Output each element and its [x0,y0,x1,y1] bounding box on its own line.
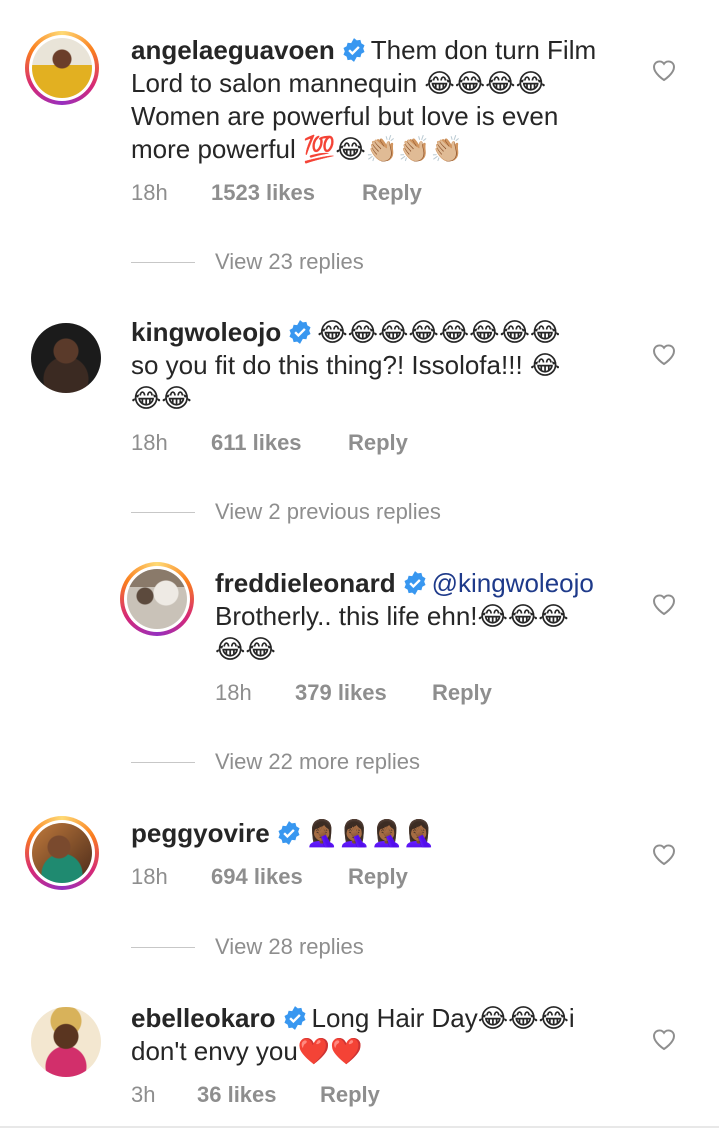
username[interactable]: peggyovire [131,818,270,848]
heart-outline-icon[interactable] [651,342,677,366]
verified-badge-icon [284,1006,306,1030]
comment-body: ebelleokaro Long Hair Day😂😂😂i don't envy … [131,1002,631,1068]
reply-button[interactable]: Reply [432,680,492,706]
comment-text: 😂😂 [131,383,192,413]
divider [0,1126,719,1128]
reply-button[interactable]: Reply [348,864,408,890]
comment-text: 🤦🏾‍♀️🤦🏾‍♀️🤦🏾‍♀️🤦🏾‍♀️ [305,818,436,848]
comment-peggyovire: peggyovire 🤦🏾‍♀️🤦🏾‍♀️🤦🏾‍♀️🤦🏾‍♀️ 18h 694 li… [0,800,719,920]
avatar [127,569,187,629]
likes-count[interactable]: 1523 likes [211,180,362,206]
username[interactable]: angelaeguavoen [131,35,335,65]
verified-badge-icon [343,38,365,62]
avatar [31,323,101,393]
divider [131,261,195,263]
username[interactable]: kingwoleojo [131,317,281,347]
comment-body: angelaeguavoen Them don turn Film Lord to… [131,34,631,166]
comment-text: 😂😂😂😂😂😂😂😂 [317,317,561,347]
likes-count[interactable]: 36 likes [197,1082,320,1108]
view-replies-button[interactable]: View 28 replies [131,932,364,962]
avatar-story-ring[interactable] [25,31,99,105]
timestamp: 18h [215,680,252,705]
comment-text: don't envy you❤️❤️ [131,1036,363,1066]
comment-text: Brotherly.. this life ehn!😂😂😂 [215,601,569,631]
comment-meta: 18h 694 likes Reply [131,864,408,890]
comment-body: kingwoleojo 😂😂😂😂😂😂😂😂 so you fit do this t… [131,316,631,415]
avatar [31,1007,101,1077]
avatar [32,38,92,98]
view-replies-label: View 22 more replies [215,749,421,774]
comment-meta: 18h 379 likes Reply [215,680,492,706]
comment-text: Long Hair Day😂😂😂i [311,1003,575,1033]
likes-count[interactable]: 611 likes [211,430,348,456]
reply-button[interactable]: Reply [348,430,408,456]
likes-count[interactable]: 379 likes [295,680,432,706]
reply-freddieleonard: freddieleonard @kingwoleojo Brotherly.. t… [0,550,719,730]
comment-ebelleokaro: ebelleokaro Long Hair Day😂😂😂i don't envy … [0,985,719,1125]
reply-button[interactable]: Reply [320,1082,380,1108]
comment-meta: 3h 36 likes Reply [131,1082,380,1108]
heart-outline-icon[interactable] [651,58,677,82]
comment-body: peggyovire 🤦🏾‍♀️🤦🏾‍♀️🤦🏾‍♀️🤦🏾‍♀️ [131,817,631,850]
view-replies-button[interactable]: View 23 replies [131,247,364,277]
username[interactable]: freddieleonard [215,568,396,598]
verified-badge-icon [289,320,311,344]
username[interactable]: ebelleokaro [131,1003,276,1033]
timestamp: 18h [131,430,168,455]
comment-meta: 18h 611 likes Reply [131,430,408,456]
heart-outline-icon[interactable] [651,592,677,616]
comment-text: Women are powerful but love is even [131,101,559,131]
comment-body: freddieleonard @kingwoleojo Brotherly.. t… [215,567,635,666]
verified-badge-icon [278,821,300,845]
mention-link[interactable]: @kingwoleojo [432,568,594,598]
avatar [32,823,92,883]
view-replies-label: View 2 previous replies [215,499,441,524]
comment-text: more powerful 💯😂👏🏼👏🏼👏🏼 [131,134,463,164]
comment-text: Them don turn Film [370,35,597,65]
comment-meta: 18h 1523 likes Reply [131,180,422,206]
timestamp: 18h [131,180,168,205]
view-previous-replies-button[interactable]: View 2 previous replies [131,497,441,527]
view-more-replies-button[interactable]: View 22 more replies [131,747,420,777]
avatar-story-ring[interactable] [120,562,194,636]
timestamp: 18h [131,864,168,889]
heart-outline-icon[interactable] [651,842,677,866]
avatar-container[interactable] [29,321,103,395]
divider [131,511,195,513]
comment-text: Lord to salon mannequin 😂😂😂😂 [131,68,546,98]
comment-angelaeguavoen: angelaeguavoen Them don turn Film Lord to… [0,0,719,230]
avatar-story-ring[interactable] [25,816,99,890]
avatar-container[interactable] [29,1005,103,1079]
view-replies-label: View 23 replies [215,249,364,274]
divider [131,761,195,763]
view-replies-label: View 28 replies [215,934,364,959]
divider [131,946,195,948]
likes-count[interactable]: 694 likes [211,864,348,890]
heart-outline-icon[interactable] [651,1027,677,1051]
timestamp: 3h [131,1082,156,1107]
comment-kingwoleojo: kingwoleojo 😂😂😂😂😂😂😂😂 so you fit do this t… [0,300,719,480]
comment-text: so you fit do this thing?! Issolofa!!! 😂 [131,350,561,380]
reply-button[interactable]: Reply [362,180,422,206]
verified-badge-icon [404,571,426,595]
comment-text: 😂😂 [215,634,276,664]
